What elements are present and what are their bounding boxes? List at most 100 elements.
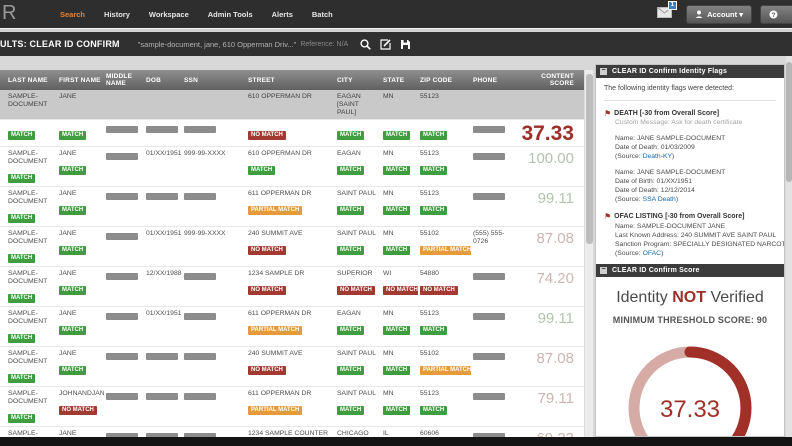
query-state: MN bbox=[383, 93, 415, 101]
table-cell: 55123MATCH bbox=[418, 150, 471, 184]
table-cell: MNMATCH bbox=[381, 310, 418, 344]
cell-value: 1234 SAMPLE COUNTER BLVD bbox=[248, 430, 332, 437]
nav-search[interactable]: Search bbox=[60, 10, 85, 19]
save-icon[interactable] bbox=[400, 39, 411, 50]
match-badge: MATCH bbox=[59, 166, 86, 175]
result-row[interactable]: SAMPLE-DOCUMENTMATCHJANEMATCH01/XX/19519… bbox=[0, 146, 584, 186]
result-row[interactable]: SAMPLE-DOCUMENTMATCHJANEMATCH611 OPPERMA… bbox=[0, 186, 584, 226]
cell-value: 12/XX/1988 bbox=[146, 270, 179, 278]
collapse-icon[interactable]: − bbox=[600, 68, 607, 75]
nav-right-cluster: 1 Account ▾ ? bbox=[657, 0, 792, 28]
cell-value: 1234 SAMPLE DR bbox=[248, 270, 332, 278]
identity-verdict: Identity NOT Verified bbox=[596, 289, 784, 307]
match-badge: MATCH bbox=[420, 131, 447, 140]
redacted-value-bar bbox=[473, 153, 505, 160]
query-zip: 55123 bbox=[420, 93, 468, 101]
flag-detail-line: Sanction Program: SPECIALLY DESIGNATED N… bbox=[615, 240, 776, 249]
result-row[interactable]: SAMPLE-DOCUMENTMATCHJANEMATCH1234 SAMPLE… bbox=[0, 426, 584, 437]
cell-value: 240 SUMMIT AVE bbox=[248, 230, 332, 238]
ofac-entry: Name: SAMPLE-DOCUMENT JANE Last Known Ad… bbox=[615, 222, 776, 258]
edit-icon[interactable] bbox=[380, 39, 391, 50]
table-cell bbox=[182, 123, 246, 144]
result-row[interactable]: SAMPLE-DOCUMENTMATCHJANEMATCH12/XX/19881… bbox=[0, 266, 584, 306]
table-cell: SAINT PAULMATCH bbox=[335, 390, 381, 424]
cell-value: 55123 bbox=[420, 190, 468, 198]
cell-value: SAINT PAUL bbox=[337, 390, 378, 398]
result-row[interactable]: SAMPLE-DOCUMENTMATCHJANEMATCH01/XX/19519… bbox=[0, 226, 584, 266]
search-icon[interactable] bbox=[360, 39, 371, 50]
cell-value: JANE bbox=[59, 190, 101, 198]
result-row[interactable]: SAMPLE-DOCUMENTMATCHJANEMATCH240 SUMMIT … bbox=[0, 346, 584, 386]
source-prefix: (Source: bbox=[615, 153, 643, 160]
source-prefix: (Source: bbox=[615, 196, 643, 203]
table-cell: MATCH bbox=[0, 123, 57, 144]
col-city: CITY bbox=[335, 77, 381, 84]
nav-alerts[interactable]: Alerts bbox=[272, 10, 293, 19]
col-zip-code: ZIP CODE bbox=[418, 77, 471, 84]
redacted-value-bar bbox=[106, 273, 138, 280]
cell-value: JANE bbox=[59, 310, 101, 318]
match-badge: NO MATCH bbox=[248, 366, 286, 375]
source-link[interactable]: SSA Death bbox=[643, 196, 676, 203]
table-cell bbox=[104, 190, 144, 224]
match-badge: MATCH bbox=[8, 254, 35, 263]
flag-detail-line: Last Known Address: 240 SUMMIT AVE SAINT… bbox=[615, 231, 776, 240]
cell-value: SAMPLE-DOCUMENT bbox=[8, 430, 54, 437]
source-link[interactable]: Death-KY bbox=[643, 153, 672, 160]
panel-scrollbar-thumb[interactable] bbox=[786, 62, 792, 182]
redacted-value-bar bbox=[184, 313, 216, 320]
table-cell: 999-99-XXXX bbox=[182, 230, 246, 264]
death-flag-title: DEATH [-30 from Overall Score] bbox=[614, 110, 719, 117]
cell-value: MN bbox=[383, 310, 415, 318]
col-last-name: LAST NAME bbox=[0, 77, 57, 84]
table-cell bbox=[144, 190, 182, 224]
match-badge: PARTIAL MATCH bbox=[248, 206, 302, 215]
table-cell bbox=[471, 190, 518, 224]
nav-workspace[interactable]: Workspace bbox=[149, 10, 189, 19]
cell-value: 240 SUMMIT AVE bbox=[248, 350, 332, 358]
svg-text:?: ? bbox=[772, 11, 776, 18]
help-button[interactable]: ? bbox=[760, 5, 792, 24]
redacted-value-bar bbox=[184, 273, 216, 280]
table-cell: 611 OPPERMAN DRPARTIAL MATCH bbox=[246, 390, 335, 424]
account-button[interactable]: Account ▾ bbox=[686, 5, 752, 24]
table-cell: JANEMATCH bbox=[57, 430, 104, 437]
custom-message: Custom Message: Ask for death certificat… bbox=[615, 118, 776, 127]
table-cell bbox=[144, 430, 182, 437]
match-badge: NO MATCH bbox=[337, 286, 375, 295]
table-scrollbar-thumb[interactable] bbox=[586, 74, 593, 244]
redacted-value-bar bbox=[146, 393, 178, 400]
messages-button[interactable]: 1 bbox=[657, 5, 672, 23]
cell-value: JANE bbox=[59, 230, 101, 238]
match-badge: MATCH bbox=[337, 206, 364, 215]
query-city: EAGAN [SAINT PAUL] bbox=[337, 93, 378, 117]
nav-batch[interactable]: Batch bbox=[312, 10, 333, 19]
match-badge: MATCH bbox=[383, 406, 410, 415]
match-badge: MATCH bbox=[337, 166, 364, 175]
cell-value: 999-99-XXXX bbox=[184, 230, 243, 238]
nav-history[interactable]: History bbox=[104, 10, 130, 19]
collapse-icon[interactable]: − bbox=[600, 267, 607, 274]
match-badge: MATCH bbox=[8, 131, 35, 140]
table-cell: CHICAGONO MATCH bbox=[335, 430, 381, 437]
result-row[interactable]: SAMPLE-DOCUMENTMATCHJOHNANDJANENO MATCH6… bbox=[0, 386, 584, 426]
result-row[interactable]: SAMPLE-DOCUMENTMATCHJANEMATCH01/XX/19516… bbox=[0, 306, 584, 346]
panel-scrollbar[interactable] bbox=[786, 56, 792, 437]
table-cell bbox=[182, 350, 246, 384]
source-line: (Source: OFAC) bbox=[615, 249, 776, 258]
table-cell bbox=[471, 150, 518, 184]
overall-match-row[interactable]: MATCHMATCHNO MATCHMATCHMATCHMATCH37.33 bbox=[0, 119, 584, 146]
table-cell bbox=[182, 390, 246, 424]
table-scrollbar[interactable] bbox=[584, 70, 593, 437]
col-street: STREET bbox=[246, 77, 335, 84]
cell-value: MN bbox=[383, 150, 415, 158]
table-cell: 60606NO MATCH bbox=[418, 430, 471, 437]
source-link[interactable]: OFAC bbox=[643, 250, 662, 257]
content-score-value: 87.08 bbox=[518, 350, 584, 384]
flag-detail-line: Name: JANE SAMPLE-DOCUMENT bbox=[615, 168, 776, 177]
table-cell: MNMATCH bbox=[381, 190, 418, 224]
verdict-not: NOT bbox=[672, 289, 706, 306]
content-score-value: 100.00 bbox=[518, 150, 584, 184]
table-cell: SAMPLE-DOCUMENTMATCH bbox=[0, 270, 57, 304]
nav-admin-tools[interactable]: Admin Tools bbox=[208, 10, 253, 19]
